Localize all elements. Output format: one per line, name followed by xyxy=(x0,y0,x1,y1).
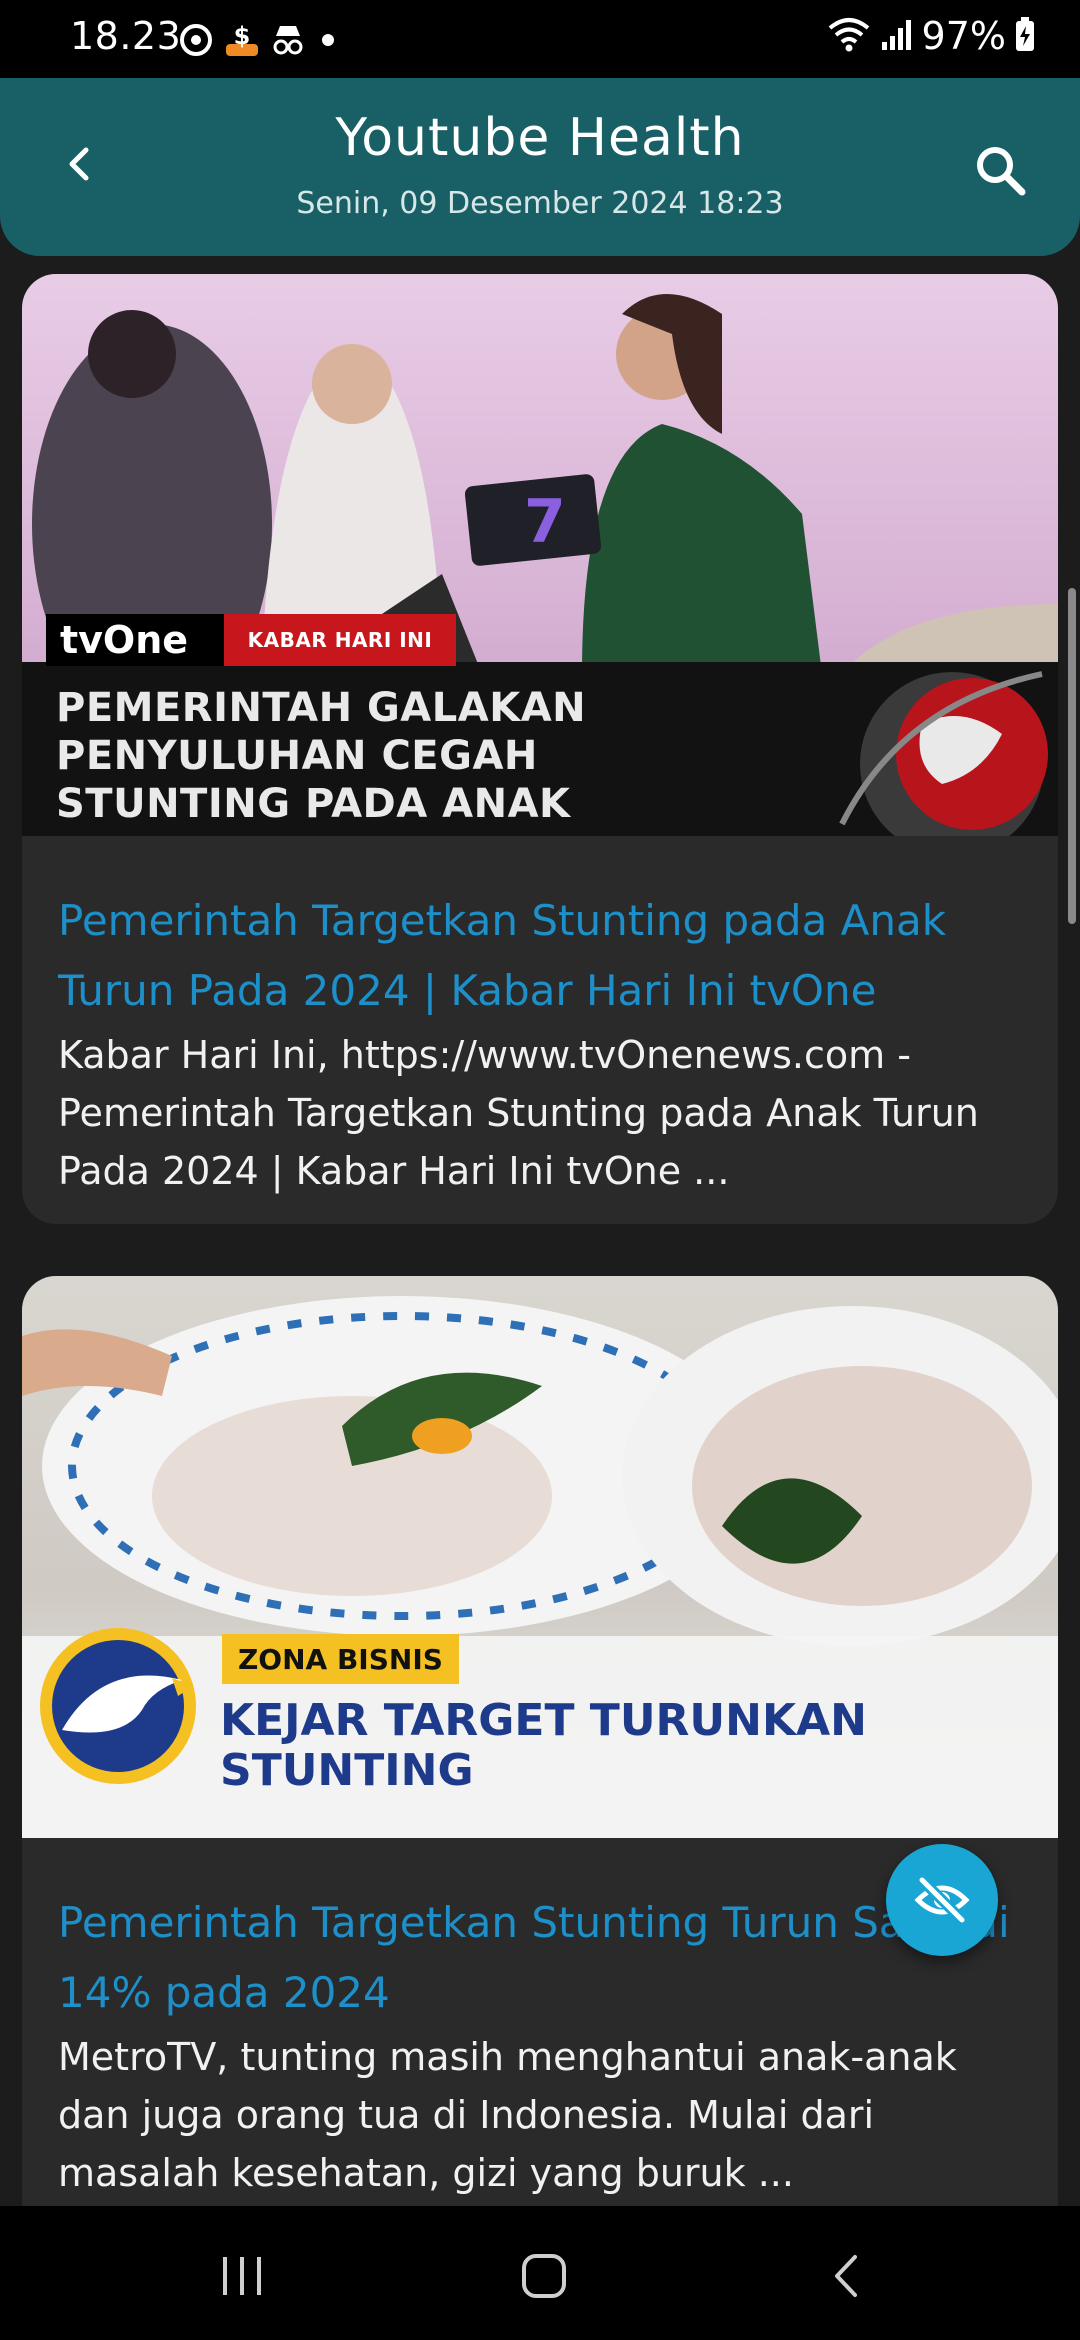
hide-button[interactable] xyxy=(886,1844,998,1956)
recent-apps-button[interactable] xyxy=(202,2246,282,2306)
back-chevron-icon xyxy=(835,2255,857,2297)
program-tag: ZONA BISNIS xyxy=(222,1634,459,1684)
wifi-icon xyxy=(826,16,872,56)
status-bar: 18.23 $ 97% xyxy=(0,0,1080,78)
thumbnail-food-illustration xyxy=(22,1296,1058,1646)
video-thumbnail[interactable]: ZONA BISNIS KEJAR TARGET TURUNKAN STUNTI… xyxy=(22,1276,1058,1838)
battery-charging-icon xyxy=(1014,16,1036,56)
scrollbar[interactable] xyxy=(1068,588,1076,924)
more-notifications-dot xyxy=(322,34,334,46)
video-card[interactable]: ZONA BISNIS KEJAR TARGET TURUNKAN STUNTI… xyxy=(22,1276,1058,2236)
location-app-icon xyxy=(178,22,214,58)
notification-icons: $ xyxy=(178,22,334,58)
eye-off-icon xyxy=(914,1874,970,1926)
video-thumbnail[interactable]: 7 tvOne KABAR HARI INI PEMERINTAH GALAKA… xyxy=(22,274,1058,836)
page-title: Youtube Health xyxy=(335,108,745,168)
home-button[interactable] xyxy=(504,2246,584,2306)
app-header: Youtube Health Senin, 09 Desember 2024 1… xyxy=(0,78,1080,256)
incognito-icon xyxy=(270,22,306,58)
video-title-link[interactable]: Pemerintah Targetkan Stunting pada Anak … xyxy=(58,886,1022,1026)
video-title-link[interactable]: Pemerintah Targetkan Stunting Turun Samp… xyxy=(58,1888,1022,2028)
page-date: Senin, 09 Desember 2024 18:23 xyxy=(296,186,784,221)
back-nav-button[interactable] xyxy=(808,2246,888,2306)
battery-percentage: 97% xyxy=(921,14,1006,58)
eagle-logo-icon xyxy=(40,1628,196,1784)
system-navigation-bar xyxy=(0,2206,1080,2340)
thumbnail-headline: KEJAR TARGET TURUNKAN STUNTING xyxy=(220,1696,867,1796)
search-button[interactable] xyxy=(960,130,1040,210)
video-description: Kabar Hari Ini, https://www.tvOnenews.co… xyxy=(58,1033,979,1193)
search-icon xyxy=(977,147,1026,196)
thumbnail-headline: PEMERINTAH GALAKAN PENYULUHAN CEGAH STUN… xyxy=(56,684,586,828)
svg-text:7: 7 xyxy=(524,487,566,557)
home-icon xyxy=(522,2254,566,2298)
thumbnail-headline-line: STUNTING xyxy=(220,1745,474,1796)
svg-text:$: $ xyxy=(234,22,251,50)
money-app-icon: $ xyxy=(224,22,260,58)
thumbnail-headline-line: PEMERINTAH GALAKAN xyxy=(56,685,587,731)
signal-icon xyxy=(880,16,914,56)
status-time: 18.23 xyxy=(70,14,182,58)
system-indicators: 97% xyxy=(826,14,1036,58)
video-description: MetroTV, tunting masih menghantui anak-a… xyxy=(58,2035,957,2195)
channel-logo: tvOne xyxy=(46,614,224,666)
video-card[interactable]: 7 tvOne KABAR HARI INI PEMERINTAH GALAKA… xyxy=(22,274,1058,1224)
globe-graphic xyxy=(839,671,1048,836)
recent-apps-icon xyxy=(223,2257,261,2295)
thumbnail-headline-line: KEJAR TARGET TURUNKAN xyxy=(220,1695,867,1746)
thumbnail-headline-line: STUNTING PADA ANAK xyxy=(56,781,571,827)
program-tag: KABAR HARI INI xyxy=(224,614,456,666)
thumbnail-headline-line: PENYULUHAN CEGAH xyxy=(56,733,538,779)
